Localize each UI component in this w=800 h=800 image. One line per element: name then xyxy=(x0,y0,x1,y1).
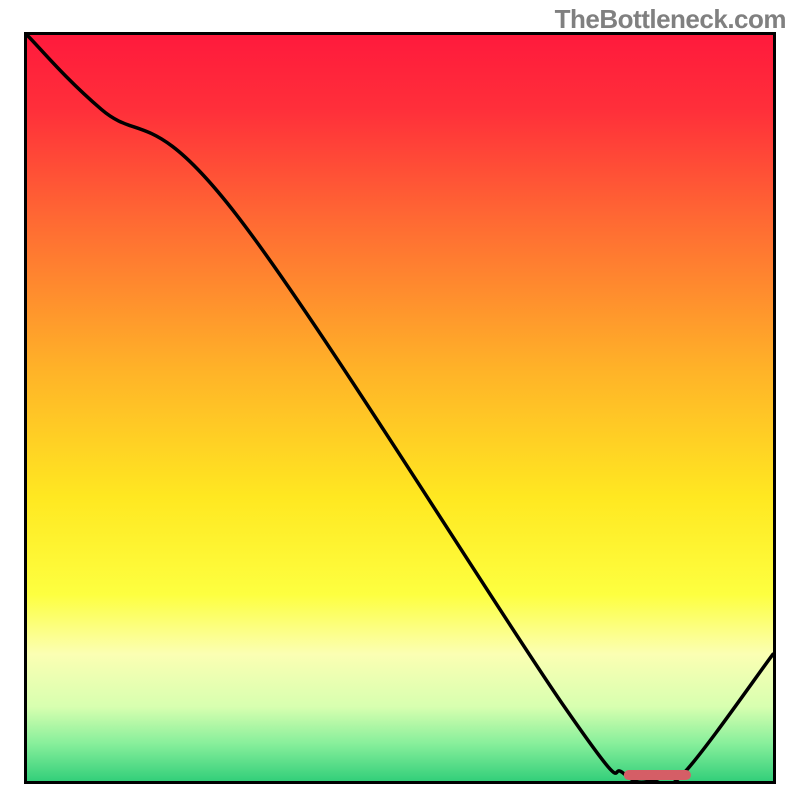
marker-bar xyxy=(624,770,691,780)
gradient-rect xyxy=(27,35,773,781)
chart-frame: TheBottleneck.com xyxy=(0,0,800,800)
plot-svg xyxy=(27,35,773,781)
watermark-text: TheBottleneck.com xyxy=(555,4,786,35)
plot-area xyxy=(24,32,776,784)
